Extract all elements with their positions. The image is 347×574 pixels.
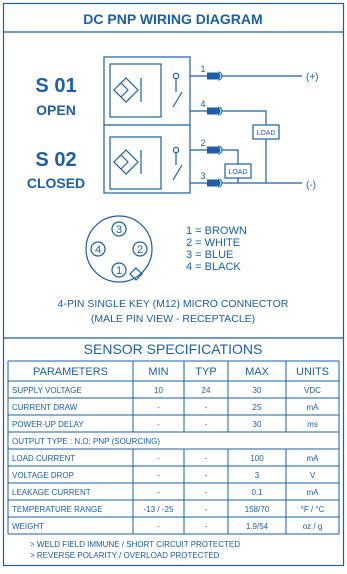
sensor-2-diamond-icon	[113, 149, 142, 175]
terminal-negative: (-)	[306, 180, 316, 191]
legend-white: 2 = WHITE	[186, 237, 240, 249]
table-cell-parameter: VOLTAGE DROP	[12, 471, 74, 480]
note-weld-field: > WELD FIELD IMMUNE / SHORT CIRCUIT PROT…	[30, 540, 240, 549]
table-header-cell: MIN	[148, 366, 168, 378]
table-cell-value: -	[157, 471, 160, 480]
table-header-cell: UNITS	[296, 366, 329, 378]
diagram-title: DC PNP WIRING DIAGRAM	[83, 11, 262, 27]
table-cell-value: -13 / -25	[144, 505, 174, 514]
sensor-1-diamond-icon	[113, 77, 142, 103]
table-cell-value: 0.1	[251, 488, 263, 497]
table-cell-parameter: SUPPLY VOLTAGE	[12, 386, 82, 395]
pin-label-3: 3	[200, 171, 205, 181]
table-cell-value: -	[157, 522, 160, 531]
connector-pin-1: 1	[116, 265, 122, 277]
specs-table: PARAMETERS MIN TYP MAX UNITS SUPPLY VOLTAGE 10…	[7, 360, 340, 535]
connector-caption: 4-PIN SINGLE KEY (M12) MICRO CONNECTOR	[58, 298, 289, 310]
sensor-2-state: CLOSED	[27, 175, 85, 191]
table-cell-value: -	[157, 420, 160, 429]
table-cell-value: mA	[307, 488, 320, 497]
table-cell-parameter: WEIGHT	[12, 522, 44, 531]
table-cell-value: -	[157, 403, 160, 412]
table-cell-value: 100	[250, 454, 264, 463]
plug-pin-3-icon	[207, 179, 221, 187]
legend-black: 4 = BLACK	[186, 261, 241, 273]
table-cell-value: VDC	[304, 386, 321, 395]
table-cell-value: 30	[253, 386, 262, 395]
wiring-diagram-sheet: DC PNP WIRING DIAGRAM S 01 OPEN S 02 CLO…	[0, 0, 347, 569]
table-cell-value: -	[205, 505, 208, 514]
sensor-1-state: OPEN	[36, 102, 76, 118]
table-cell-parameter: LOAD CURRENT	[12, 454, 75, 463]
table-cell-value: -	[157, 488, 160, 497]
load-2-label: LOAD	[228, 169, 247, 176]
table-header-cell: MAX	[245, 366, 270, 378]
table-cell-parameter: LEAKAGE CURRENT	[12, 488, 91, 497]
sensor-2-id: S 02	[35, 149, 76, 171]
connector-caption-view: (MALE PIN VIEW - RECEPTACLE)	[91, 313, 255, 325]
note-reverse-polarity: > REVERSE POLARITY / OVERLOAD PROTECTED	[30, 551, 220, 560]
table-cell-value: 3	[255, 471, 260, 480]
legend-brown: 1 = BROWN	[186, 225, 247, 237]
sensor-2-symbol-box	[109, 136, 162, 190]
table-header-cell: TYP	[195, 366, 216, 378]
table-cell-value: 24	[202, 386, 211, 395]
plug-pin-1-icon	[207, 72, 221, 80]
table-cell-value: 158/70	[245, 505, 270, 514]
table-cell-value: 30	[253, 420, 262, 429]
connector-pin-3: 3	[116, 224, 122, 236]
table-cell-value: -	[205, 488, 208, 497]
table-cell-value: mA	[307, 403, 320, 412]
table-cell-value: 25	[253, 403, 262, 412]
table-cell-value: -	[205, 420, 208, 429]
table-span-row: OUTPUT TYPE : N.O; PNP (SOURCING)	[12, 437, 160, 446]
pin-label-1: 1	[200, 64, 205, 74]
sensor-1-symbol-box	[109, 63, 162, 118]
table-cell-value: 10	[154, 386, 163, 395]
table-cell-value: mA	[307, 454, 320, 463]
table-cell-value: -	[205, 454, 208, 463]
table-cell-parameter: POWER-UP DELAY	[12, 420, 84, 429]
pin-label-2: 2	[200, 138, 205, 148]
load-1-label: LOAD	[256, 130, 275, 137]
terminal-positive: (+)	[306, 72, 319, 83]
connector-pin-4: 4	[95, 244, 101, 256]
table-cell-value: V	[310, 471, 316, 480]
table-cell-value: 1.9/54	[246, 522, 269, 531]
sensor-2-switch-icon	[172, 146, 183, 181]
sensor-1-switch-icon	[172, 72, 183, 108]
pin-label-4: 4	[200, 99, 205, 109]
table-cell-value: °F / °C	[301, 505, 325, 514]
table-cell-value: oz / g	[303, 522, 323, 531]
table-cell-parameter: TEMPERATURE RANGE	[12, 505, 103, 514]
specs-title: SENSOR SPECIFICATIONS	[84, 341, 263, 357]
plug-pin-2-icon	[207, 146, 221, 154]
table-cell-value: -	[205, 522, 208, 531]
table-cell-value: -	[157, 454, 160, 463]
sensor-1-id: S 01	[35, 75, 76, 97]
wiring-diagram-svg: DC PNP WIRING DIAGRAM S 01 OPEN S 02 CLO…	[2, 2, 345, 567]
table-header-cell: PARAMETERS	[33, 366, 108, 378]
plug-pin-4-icon	[207, 107, 221, 115]
table-cell-value: -	[205, 403, 208, 412]
legend-blue: 3 = BLUE	[186, 249, 233, 261]
connector-pin-2: 2	[137, 244, 143, 256]
table-cell-value: ms	[307, 420, 318, 429]
table-cell-parameter: CURRENT DRAW	[12, 403, 78, 412]
table-cell-value: -	[205, 471, 208, 480]
